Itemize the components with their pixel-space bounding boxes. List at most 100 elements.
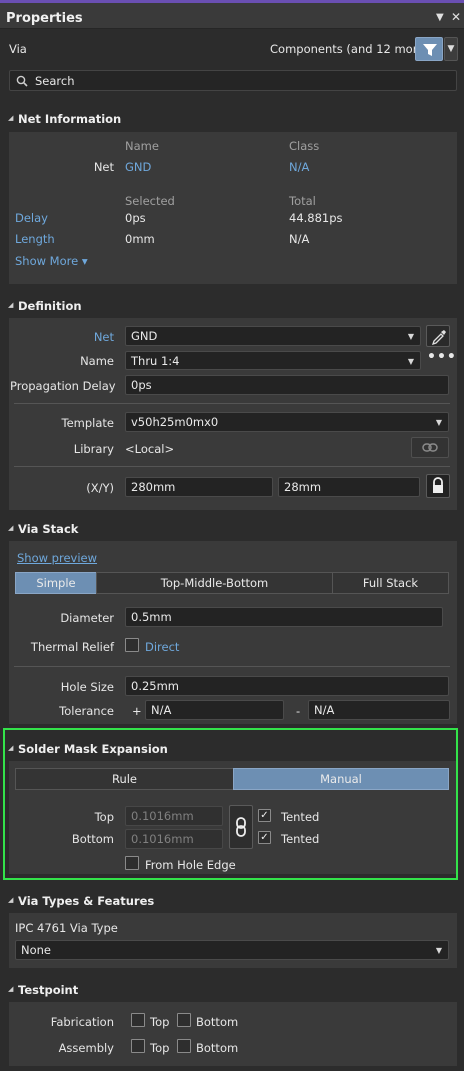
def-name-label: Name: [80, 354, 114, 368]
show-preview-link[interactable]: Show preview: [17, 551, 97, 565]
panel-menu-icon[interactable]: ▼: [436, 12, 444, 23]
length-link[interactable]: Length: [15, 232, 55, 246]
section-header-via-stack[interactable]: ◢ Via Stack: [0, 517, 464, 541]
eyedropper-icon: [431, 330, 446, 346]
y-input[interactable]: 28mm: [278, 477, 420, 497]
section-title: Via Types & Features: [18, 894, 155, 908]
prop-delay-label: Propagation Delay: [10, 379, 116, 393]
collapse-triangle-icon: ◢: [8, 985, 14, 993]
object-type-label: Via: [9, 42, 27, 56]
def-net-label[interactable]: Net: [14, 330, 114, 344]
delay-link[interactable]: Delay: [15, 211, 48, 225]
ipc-via-type-label: IPC 4761 Via Type: [15, 921, 118, 935]
name-select[interactable]: Thru 1:4 ▼: [125, 351, 421, 370]
panel-title-bar: Properties ▼ ✕: [0, 3, 464, 29]
thermal-relief-checkbox[interactable]: [125, 638, 139, 652]
assembly-bottom-label: Bottom: [196, 1041, 239, 1055]
assembly-top-label: Top: [150, 1041, 170, 1055]
lock-button[interactable]: [426, 474, 450, 498]
net-class-link[interactable]: N/A: [289, 160, 309, 174]
section-header-net-information[interactable]: ◢ Net Information: [0, 107, 464, 131]
template-select-value: v50h25m0mx0: [131, 415, 219, 429]
template-label: Template: [61, 416, 114, 430]
fabrication-bottom-label: Bottom: [196, 1015, 239, 1029]
search-icon: [16, 75, 28, 87]
divider: [14, 666, 450, 667]
mode-full-stack[interactable]: Full Stack: [332, 572, 449, 594]
via-stack-panel: [9, 541, 457, 724]
divider: [14, 403, 450, 404]
library-label: Library: [73, 442, 114, 456]
collapse-triangle-icon: ◢: [8, 524, 14, 532]
mode-simple[interactable]: Simple: [15, 572, 97, 594]
section-title: Via Stack: [18, 522, 79, 536]
tolerance-minus-input[interactable]: N/A: [308, 700, 450, 720]
testpoint-panel: [9, 1002, 457, 1066]
template-select[interactable]: v50h25m0mx0 ▼: [125, 412, 449, 432]
net-label: Net: [93, 160, 114, 174]
col-total-header: Total: [289, 194, 316, 208]
collapse-triangle-icon: ◢: [8, 114, 14, 122]
search-input[interactable]: Search: [35, 74, 75, 88]
section-title: Net Information: [18, 112, 122, 126]
chevron-down-icon: ▼: [407, 357, 414, 366]
col-class-header: Class: [289, 139, 320, 153]
panel-title: Properties: [6, 11, 83, 26]
ipc-via-type-value: None: [21, 943, 52, 957]
fabrication-label: Fabrication: [50, 1015, 114, 1029]
collapse-triangle-icon: ◢: [8, 896, 14, 904]
tolerance-minus-sign: -: [296, 704, 301, 718]
link-icon: [422, 443, 438, 452]
hole-size-input[interactable]: 0.25mm: [125, 676, 449, 696]
prop-delay-input[interactable]: 0ps: [125, 375, 449, 395]
filter-summary[interactable]: Components (and 12 more): [270, 42, 429, 56]
chevron-down-icon: ▼: [435, 418, 442, 427]
chevron-down-icon: ▼: [435, 946, 442, 955]
library-value: <Local>: [125, 442, 175, 456]
col-name-header: Name: [125, 139, 159, 153]
length-total: N/A: [289, 232, 310, 246]
section-header-testpoint[interactable]: ◢ Testpoint: [0, 978, 464, 1002]
length-selected: 0mm: [125, 232, 155, 246]
chevron-down-icon: ▼: [407, 332, 414, 341]
show-more-link[interactable]: Show More ▾: [15, 254, 88, 268]
tolerance-label: Tolerance: [59, 704, 114, 718]
col-selected-header: Selected: [125, 194, 175, 208]
fabrication-top-checkbox[interactable]: [131, 1013, 145, 1027]
thermal-relief-label: Thermal Relief: [30, 640, 114, 654]
assembly-bottom-checkbox[interactable]: [177, 1039, 191, 1053]
tolerance-plus-input[interactable]: N/A: [145, 700, 284, 720]
diameter-input[interactable]: 0.5mm: [125, 607, 443, 627]
search-box[interactable]: Search: [9, 70, 457, 91]
chevron-down-icon: ▼: [447, 44, 455, 54]
pick-net-button[interactable]: [426, 325, 450, 347]
hole-size-label: Hole Size: [60, 680, 114, 694]
net-select[interactable]: GND ▼: [125, 326, 421, 346]
assembly-top-checkbox[interactable]: [131, 1039, 145, 1053]
library-link-button[interactable]: [411, 437, 449, 458]
divider: [14, 466, 450, 467]
fabrication-bottom-checkbox[interactable]: [177, 1013, 191, 1027]
thermal-relief-value: Direct: [145, 640, 180, 654]
section-title: Testpoint: [18, 983, 79, 997]
x-input[interactable]: 280mm: [125, 477, 273, 497]
section-header-definition[interactable]: ◢ Definition: [0, 294, 464, 318]
assembly-label: Assembly: [58, 1041, 114, 1055]
section-title: Definition: [18, 299, 82, 313]
net-select-value: GND: [131, 329, 158, 343]
tolerance-plus-sign: +: [132, 704, 142, 718]
filter-dropdown-button[interactable]: ▼: [444, 37, 458, 61]
more-options-icon[interactable]: •••: [427, 349, 457, 365]
xy-label: (X/Y): [86, 481, 114, 495]
net-name-link[interactable]: GND: [125, 160, 151, 174]
collapse-triangle-icon: ◢: [8, 301, 14, 309]
close-icon[interactable]: ✕: [451, 10, 461, 24]
mode-top-middle-bottom[interactable]: Top-Middle-Bottom: [96, 572, 333, 594]
diameter-label: Diameter: [60, 611, 114, 625]
section-header-via-types[interactable]: ◢ Via Types & Features: [0, 889, 464, 913]
fabrication-top-label: Top: [150, 1015, 170, 1029]
highlight-frame: [3, 728, 458, 880]
filter-button[interactable]: [415, 37, 443, 61]
delay-selected: 0ps: [125, 211, 146, 225]
ipc-via-type-select[interactable]: None ▼: [15, 940, 449, 960]
